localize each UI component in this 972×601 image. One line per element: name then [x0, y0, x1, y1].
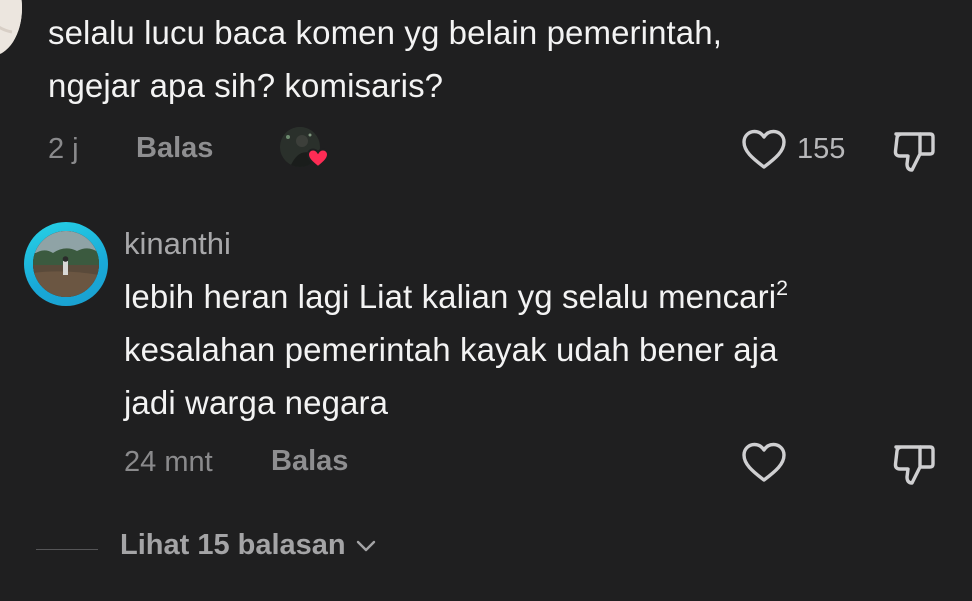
reply-comment-line: lebih heran lagi Liat kalian yg selalu m…: [124, 270, 788, 323]
reply-comment-line: jadi warga negara: [124, 384, 389, 421]
parent-like-count: 155: [797, 133, 846, 165]
parent-comment-text: selalu lucu baca komen yg belain pemerin…: [48, 6, 722, 112]
reply-comment-line: kesalahan pemerintah kayak udah bener aj…: [124, 331, 778, 368]
replies-divider: [36, 549, 98, 550]
avatar-image: [0, 0, 22, 56]
parent-comment-line: selalu lucu baca komen yg belain pemerin…: [48, 14, 722, 51]
commenter-avatar[interactable]: [0, 0, 22, 56]
reply-superscript: 2: [776, 276, 789, 301]
reply-comment-text: lebih heran lagi Liat kalian yg selalu m…: [124, 270, 788, 429]
parent-comment-time: 2 j: [48, 133, 79, 165]
parent-reply-button[interactable]: Balas: [136, 132, 213, 165]
reply-line-text: lebih heran lagi Liat kalian yg selalu m…: [124, 278, 777, 315]
reply-username[interactable]: kinanthi: [124, 226, 231, 262]
reply-dislike-thumbs-down-icon[interactable]: [890, 439, 938, 487]
reply-like-heart-icon[interactable]: [740, 440, 788, 484]
view-replies-button[interactable]: Lihat 15 balasan: [120, 529, 378, 562]
view-replies-label: Lihat 15 balasan: [120, 529, 346, 561]
comments-screen: selalu lucu baca komen yg belain pemerin…: [0, 0, 972, 601]
parent-like-heart-icon[interactable]: [740, 127, 788, 171]
parent-dislike-thumbs-down-icon[interactable]: [890, 126, 938, 174]
liked-by-creator-heart-icon: [306, 148, 330, 169]
parent-comment-line: ngejar apa sih? komisaris?: [48, 67, 444, 104]
reply-avatar-image: [33, 231, 99, 297]
chevron-down-icon: [356, 540, 375, 551]
reply-time: 24 mnt: [124, 446, 213, 478]
reply-avatar[interactable]: [33, 231, 99, 297]
reply-reply-button[interactable]: Balas: [271, 445, 348, 478]
